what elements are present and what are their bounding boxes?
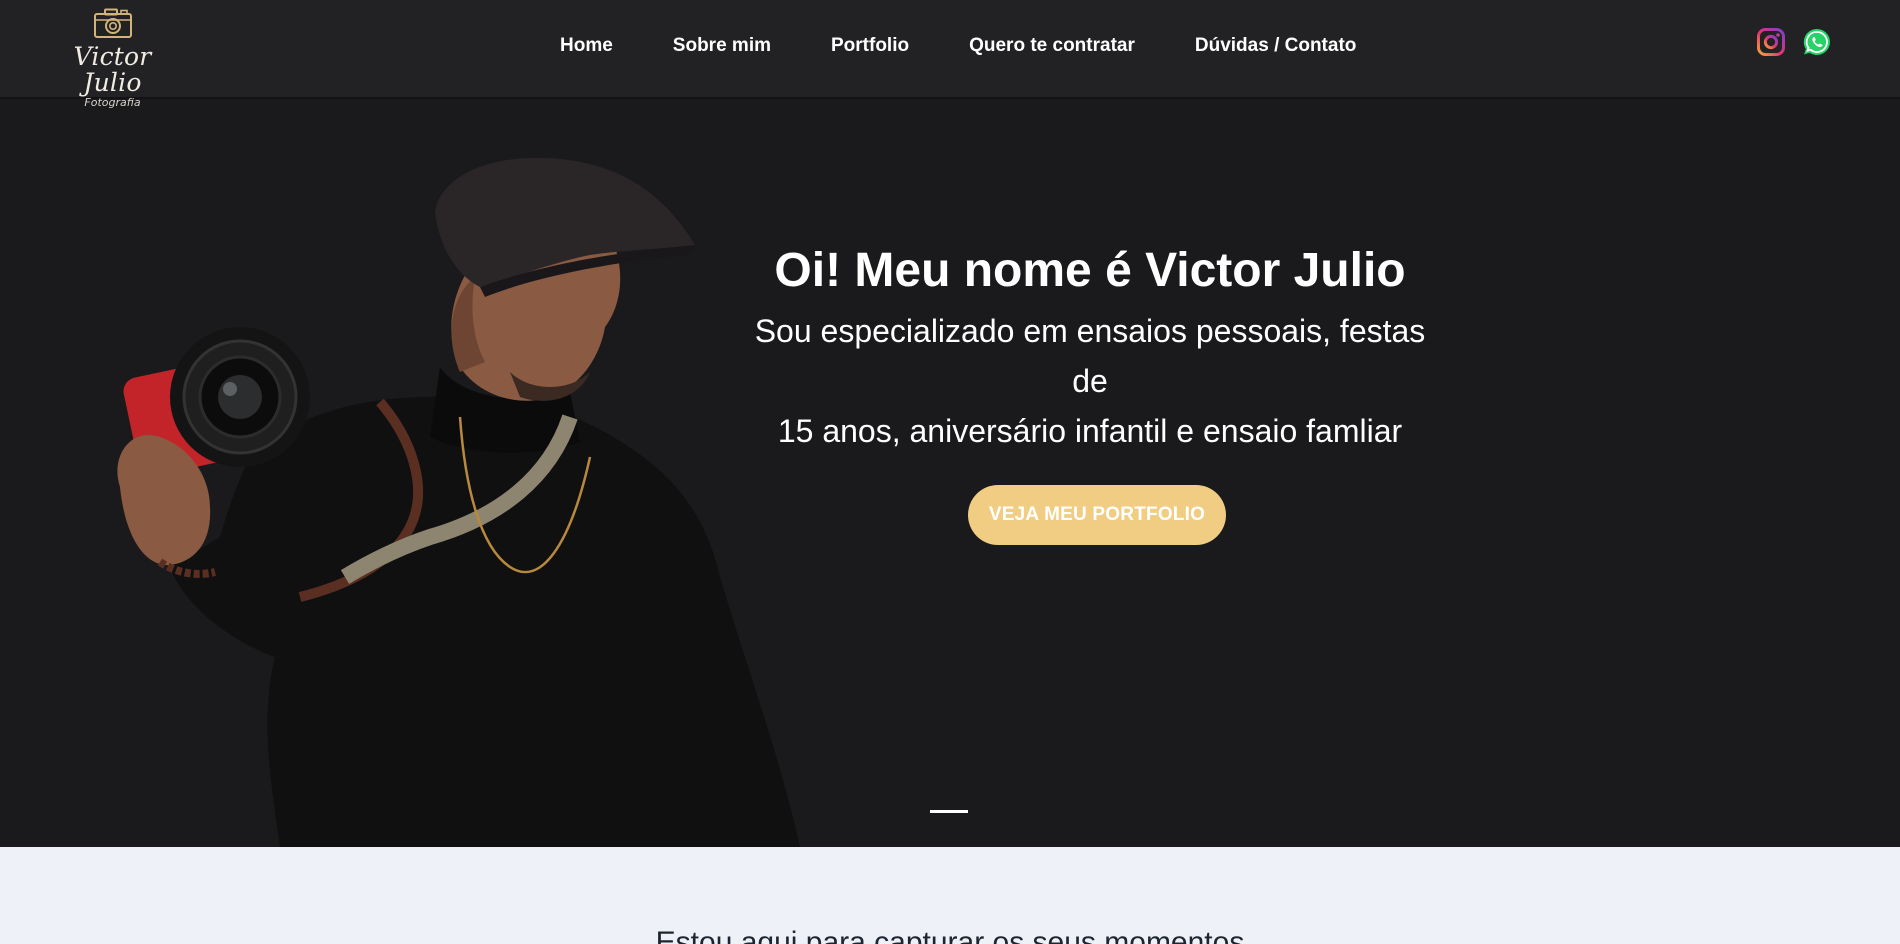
about-section: Estou aqui para capturar os seus momento…	[0, 847, 1900, 944]
hero-title: Oi! Meu nome é Victor Julio	[774, 244, 1406, 297]
nav-item-duvidas-contato[interactable]: Dúvidas / Contato	[1195, 35, 1357, 57]
instagram-icon[interactable]	[1756, 27, 1786, 57]
nav-item-quero-te-contratar[interactable]: Quero te contratar	[969, 35, 1135, 57]
nav-item-portfolio[interactable]: Portfolio	[831, 35, 909, 57]
section-heading: Estou aqui para capturar os seus momento…	[655, 926, 1245, 944]
nav-item-home[interactable]: Home	[560, 35, 613, 57]
whatsapp-icon[interactable]	[1802, 27, 1832, 57]
hero-subtitle-line-1: Sou especializado em ensaios pessoais, f…	[754, 313, 1426, 399]
portfolio-cta-button[interactable]: VEJA MEU PORTFOLIO	[968, 485, 1226, 545]
social-links	[1756, 27, 1832, 57]
hero-subtitle: Sou especializado em ensaios pessoais, f…	[740, 306, 1440, 456]
nav-item-sobre-mim[interactable]: Sobre mim	[673, 35, 771, 57]
brand-tagline: Fotografia	[84, 96, 141, 109]
brand-name: Victor Julio	[73, 42, 152, 97]
main-nav: Home Sobre mim Portfolio Quero te contra…	[530, 28, 1386, 64]
hero-subtitle-line-2: 15 anos, aniversário infantil e ensaio f…	[777, 413, 1403, 449]
hero-section: Oi! Meu nome é Victor Julio Sou especial…	[0, 97, 1900, 847]
brand-logo[interactable]: Victor Julio Fotografia	[50, 8, 175, 109]
hero-text: Oi! Meu nome é Victor Julio Sou especial…	[740, 242, 1440, 456]
carousel-indicator[interactable]	[930, 810, 968, 813]
navbar: Victor Julio Fotografia Home Sobre mim P…	[0, 0, 1900, 109]
camera-icon	[93, 8, 132, 38]
